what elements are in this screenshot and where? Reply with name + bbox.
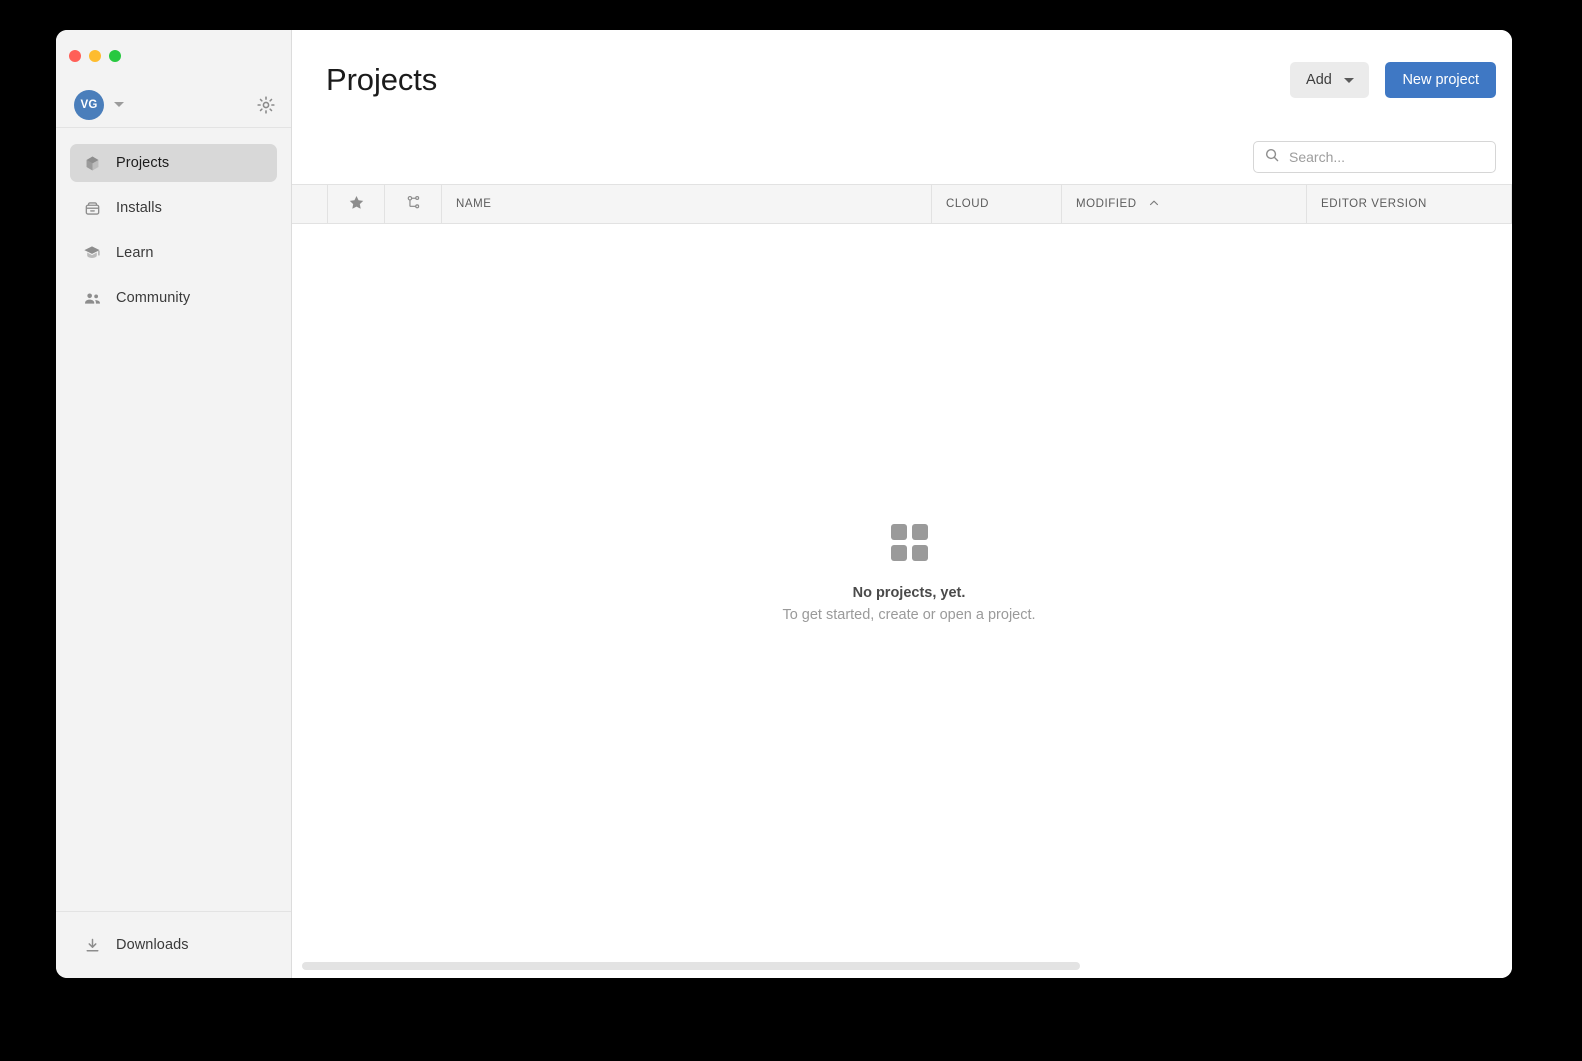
search-box[interactable] [1253, 141, 1496, 173]
sidebar-item-label: Projects [116, 155, 170, 171]
table-body: No projects, yet. To get started, create… [292, 224, 1512, 978]
add-button-label: Add [1306, 72, 1332, 88]
caret-down-icon [1343, 77, 1354, 83]
sidebar-item-label: Downloads [116, 937, 189, 953]
empty-state-title: No projects, yet. [852, 585, 966, 601]
sidebar-item-label: Installs [116, 200, 162, 216]
search-row [292, 130, 1512, 184]
table-header-label: EDITOR VERSION [1321, 198, 1427, 210]
table-header-cloud[interactable]: CLOUD [932, 185, 1062, 223]
archive-icon [82, 198, 102, 218]
sidebar: VG Projects Installs Learn Community Dow… [56, 30, 292, 978]
horizontal-scrollbar-thumb[interactable] [302, 962, 1080, 970]
sidebar-item-label: Learn [116, 245, 154, 261]
table-header-version-control[interactable] [385, 185, 442, 223]
empty-state: No projects, yet. To get started, create… [292, 524, 1512, 623]
cube-icon [82, 153, 102, 173]
sidebar-nav: Projects Installs Learn Community [56, 128, 291, 911]
avatar[interactable]: VG [74, 89, 104, 120]
table-header-label: MODIFIED [1076, 198, 1137, 210]
window-titlebar [56, 30, 291, 82]
search-input[interactable] [1289, 149, 1485, 165]
minimize-window-icon[interactable] [89, 50, 101, 62]
table-header-label: CLOUD [946, 198, 990, 210]
app-window: VG Projects Installs Learn Community Dow… [56, 30, 1512, 978]
table-header-favorite[interactable] [328, 185, 385, 223]
gear-icon[interactable] [255, 94, 277, 116]
graduation-icon [82, 243, 102, 263]
table-header-editor-version[interactable]: EDITOR VERSION [1307, 185, 1512, 223]
people-icon [82, 288, 102, 308]
sidebar-item-downloads[interactable]: Downloads [70, 926, 277, 964]
close-window-icon[interactable] [69, 50, 81, 62]
add-button[interactable]: Add [1290, 62, 1370, 98]
maximize-window-icon[interactable] [109, 50, 121, 62]
search-icon [1264, 147, 1280, 168]
new-project-button[interactable]: New project [1385, 62, 1496, 98]
sidebar-item-community[interactable]: Community [70, 279, 277, 317]
page-title: Projects [326, 62, 438, 97]
table-header-modified[interactable]: MODIFIED [1062, 185, 1307, 223]
download-icon [82, 935, 102, 955]
sidebar-footer: Downloads [56, 911, 291, 978]
main-content: Projects Add New project Search... NAME … [292, 30, 1512, 978]
version-control-icon [405, 194, 422, 214]
sidebar-item-learn[interactable]: Learn [70, 234, 277, 272]
chevron-up-icon [1148, 197, 1160, 212]
table-header-spacer [292, 185, 328, 223]
horizontal-scrollbar[interactable] [302, 962, 1512, 970]
table-header-row: NAME CLOUD MODIFIED EDITOR VERSION [292, 184, 1512, 224]
table-header-name[interactable]: NAME [442, 185, 932, 223]
empty-state-subtitle: To get started, create or open a project… [782, 607, 1036, 623]
account-bar: VG [56, 82, 291, 128]
star-icon [348, 194, 365, 214]
sidebar-item-projects[interactable]: Projects [70, 144, 277, 182]
table-header-label: NAME [456, 198, 492, 210]
main-header: Projects Add New project [292, 30, 1512, 130]
chevron-down-icon[interactable] [114, 102, 124, 107]
grid-4-squares-icon [890, 524, 928, 561]
sidebar-item-label: Community [116, 290, 191, 306]
sidebar-item-installs[interactable]: Installs [70, 189, 277, 227]
